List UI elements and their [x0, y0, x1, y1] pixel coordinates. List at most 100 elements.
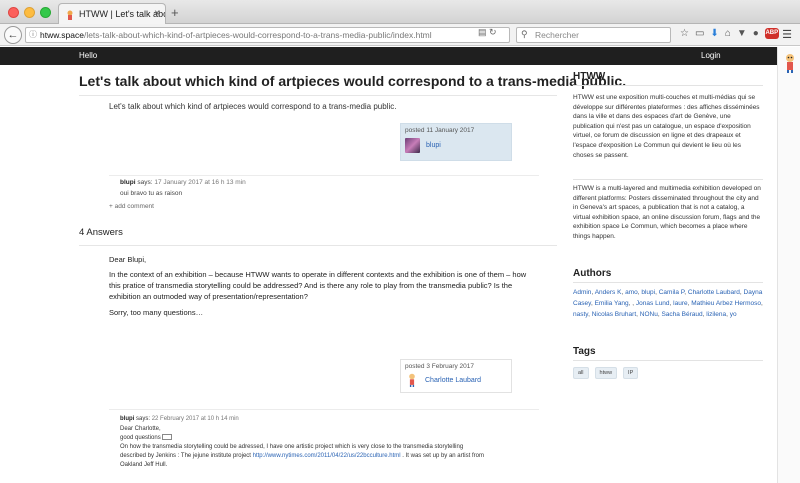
author-link[interactable]: Sacha Béraud — [661, 311, 702, 318]
site-info-icon[interactable]: ⓘ — [29, 28, 37, 42]
avatar[interactable] — [405, 138, 420, 153]
sidebar-en-text: HTWW is a multi-layered and multimedia e… — [573, 185, 761, 240]
question-title: Let's talk about which kind of artpieces… — [79, 73, 627, 89]
avatar[interactable] — [407, 373, 417, 387]
menu-hamburger-icon[interactable]: ☰ — [782, 28, 792, 41]
comment-line: Dear Charlotte, — [120, 426, 161, 432]
author-link[interactable]: Jonas Lund — [636, 300, 670, 307]
url-actions: ▤ ↻ — [478, 27, 497, 38]
tags-list: all htww IP — [573, 367, 639, 379]
tab-title: HTWW | Let's talk about w... — [79, 9, 165, 19]
author-separator: , — [761, 300, 763, 307]
tab-close-icon[interactable]: × — [154, 8, 160, 19]
pocket-icon[interactable]: ▼ — [737, 28, 747, 39]
divider — [109, 175, 539, 176]
authors-list: Admin, Anders K, amo, blupi, Camila P, C… — [573, 287, 769, 320]
comment-line-text: . It was set up by an artist from — [400, 453, 484, 459]
comment-date: 17 January 2017 at 16 h 13 min — [154, 179, 246, 186]
author-link[interactable]: blupi — [641, 289, 655, 296]
browser-navbar: ← ⓘ htww.space/lets-talk-about-which-kin… — [0, 24, 800, 46]
author-link[interactable]: Mathieu Arbez Hermoso — [691, 300, 761, 307]
browser-tab[interactable]: HTWW | Let's talk about w... × — [58, 3, 166, 24]
divider — [79, 245, 557, 246]
search-icon: ⚲ — [521, 29, 528, 39]
author-link[interactable]: nasty — [573, 311, 588, 318]
tag-ip[interactable]: IP — [623, 367, 639, 379]
comment-external-link[interactable]: http://www.nytimes.com/2011/04/22/us/22b… — [253, 453, 401, 459]
mascot-icon — [786, 54, 794, 73]
comment-author[interactable]: blupi — [120, 416, 134, 422]
search-input[interactable]: ⚲ Rechercher — [516, 27, 671, 43]
author-link[interactable]: Camila P — [659, 289, 685, 296]
login-link[interactable]: Login — [701, 51, 721, 60]
tag-all[interactable]: all — [573, 367, 589, 379]
comment-text: oui bravo tu as raison — [120, 190, 183, 197]
answer-greeting: Dear Blupi, — [109, 255, 147, 264]
answer-posted-box: posted 3 February 2017 Charlotte Laubard — [400, 359, 512, 393]
url-path: /lets-talk-about-which-kind-of-artpieces… — [83, 30, 432, 40]
author-link[interactable]: laure — [673, 300, 687, 307]
search-placeholder: Rechercher — [535, 30, 579, 40]
author-link[interactable]: blupi — [426, 142, 441, 149]
back-arrow-icon[interactable]: ← — [4, 26, 22, 44]
reader-view-icon[interactable]: ▤ — [478, 27, 487, 37]
tags-heading: Tags — [573, 346, 596, 357]
divider — [573, 179, 763, 180]
chat-icon[interactable]: ● — [753, 28, 759, 39]
add-comment-link[interactable]: + add comment — [109, 203, 154, 210]
bookmark-star-icon[interactable]: ☆ — [680, 28, 689, 39]
sidebar-heading: HTWW — [573, 71, 606, 82]
comment-says: says: — [137, 179, 153, 186]
comment-line: described by Jenkins : The jejune instit… — [120, 452, 484, 461]
site-header: Hello Login — [0, 47, 777, 65]
author-link[interactable]: Emilia Yang — [595, 300, 629, 307]
posted-date: posted 3 February 2017 — [405, 363, 475, 370]
author-link[interactable]: NONu — [640, 311, 658, 318]
comment-line-text: good questions — [120, 435, 161, 441]
comment-meta: blupi says: 17 January 2017 at 16 h 13 m… — [120, 179, 246, 186]
author-link[interactable]: yo — [730, 311, 737, 318]
emoji-icon — [162, 434, 173, 441]
divider — [573, 85, 763, 86]
author-link[interactable]: Charlotte Laubard — [425, 377, 481, 384]
minimize-window-button[interactable] — [24, 7, 35, 18]
url-host: htww.space — [40, 30, 84, 40]
comment-line: On how the transmedia storytelling could… — [120, 444, 464, 450]
close-window-button[interactable] — [8, 7, 19, 18]
author-link[interactable]: Charlotte Laubard — [688, 289, 740, 296]
download-icon[interactable]: ⬇ — [710, 28, 718, 39]
author-link[interactable]: amo — [625, 289, 638, 296]
browser-titlebar: HTWW | Let's talk about w... × + — [0, 0, 800, 24]
toolbar-icons: ☆ ▭ ⬇ ⌂ ▼ ● ABP — [680, 28, 779, 39]
divider — [573, 360, 763, 361]
new-tab-button[interactable]: + — [171, 5, 179, 20]
reload-icon[interactable]: ↻ — [489, 27, 497, 37]
question-body: Let's talk about which kind of artpieces… — [109, 102, 397, 111]
url-bar[interactable]: ⓘ htww.space/lets-talk-about-which-kind-… — [25, 27, 510, 43]
comment-meta: blupi says: 22 February 2017 at 10 h 14 … — [120, 415, 239, 424]
comment-line: good questions — [120, 434, 173, 443]
answer-closing: Sorry, too many questions… — [109, 308, 204, 317]
maximize-window-button[interactable] — [40, 7, 51, 18]
comment-line-text: described by Jenkins : The jejune instit… — [120, 453, 253, 459]
comment-line: Oakland Jeff Hull. — [120, 462, 168, 468]
divider — [79, 95, 557, 96]
tag-htww[interactable]: htww — [594, 367, 618, 379]
answers-count: 4 Answers — [79, 227, 123, 238]
author-link[interactable]: lizilena — [706, 311, 726, 318]
author-link[interactable]: Anders K — [595, 289, 622, 296]
posted-date: posted 11 January 2017 — [405, 127, 475, 134]
authors-heading: Authors — [573, 268, 612, 279]
divider — [109, 409, 539, 410]
home-icon[interactable]: ⌂ — [725, 28, 731, 39]
author-link[interactable]: Nicolas Bruhart — [592, 311, 636, 318]
question-posted-box: posted 11 January 2017 blupi — [400, 123, 512, 161]
author-link[interactable]: Admin — [573, 289, 591, 296]
hello-link[interactable]: Hello — [79, 51, 97, 60]
htww-favicon-icon — [67, 10, 73, 20]
divider — [573, 282, 763, 283]
page-scrollbar[interactable] — [777, 47, 800, 483]
clipboard-icon[interactable]: ▭ — [695, 28, 704, 39]
adblock-icon[interactable]: ABP — [764, 28, 779, 39]
comment-author[interactable]: blupi — [120, 179, 136, 186]
